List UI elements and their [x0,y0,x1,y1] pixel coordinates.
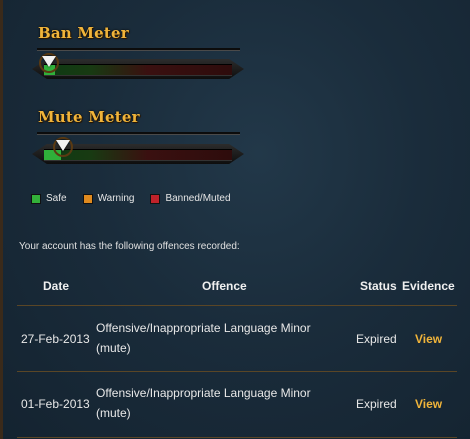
ban-meter-pointer-icon [42,56,56,67]
table-row: 01-Feb-2013 Offensive/Inappropriate Lang… [0,383,470,427]
row-status: Expired [356,397,397,411]
legend-item-safe: Safe [31,193,67,204]
view-evidence-link[interactable]: View [415,397,442,411]
row-offence: Offensive/Inappropriate Language Minor (… [96,383,336,423]
ban-meter-track [44,64,232,76]
mute-meter-title: Mute Meter [38,108,140,126]
row-offence: Offensive/Inappropriate Language Minor (… [96,318,336,358]
ban-meter-title: Ban Meter [38,24,129,42]
mute-meter-pointer-icon [56,140,70,151]
mute-meter-divider [37,132,240,135]
table-divider [17,437,457,438]
column-header-status: Status [360,279,397,293]
table-divider [17,305,457,306]
legend-label-banned: Banned/Muted [165,193,231,204]
ban-meter-bar [32,59,244,79]
row-status: Expired [356,332,397,346]
offences-intro-text: Your account has the following offences … [19,241,240,252]
row-offence-line: (mute) [96,406,131,420]
table-row: 27-Feb-2013 Offensive/Inappropriate Lang… [0,318,470,362]
legend-label-warning: Warning [97,193,135,204]
row-offence-line: (mute) [96,341,131,355]
row-offence-line: Offensive/Inappropriate Language Minor [96,386,311,400]
meter-legend: Safe Warning Banned/Muted [31,193,247,204]
column-header-offence: Offence [202,279,247,293]
legend-swatch-banned [150,193,161,204]
table-divider [17,371,457,372]
column-header-evidence: Evidence [402,279,455,293]
legend-swatch-warning [82,193,93,204]
panel-frame-edge [0,0,3,439]
row-date: 27-Feb-2013 [21,332,90,346]
ban-meter-divider [37,48,240,51]
column-header-date: Date [43,279,70,293]
row-offence-line: Offensive/Inappropriate Language Minor [96,321,311,335]
legend-item-banned: Banned/Muted [150,193,231,204]
legend-item-warning: Warning [82,193,135,204]
legend-swatch-safe [31,193,41,204]
legend-label-safe: Safe [46,193,67,204]
offences-table-header: Date Offence Status Evidence [0,279,470,293]
row-date: 01-Feb-2013 [21,397,90,411]
view-evidence-link[interactable]: View [415,332,442,346]
